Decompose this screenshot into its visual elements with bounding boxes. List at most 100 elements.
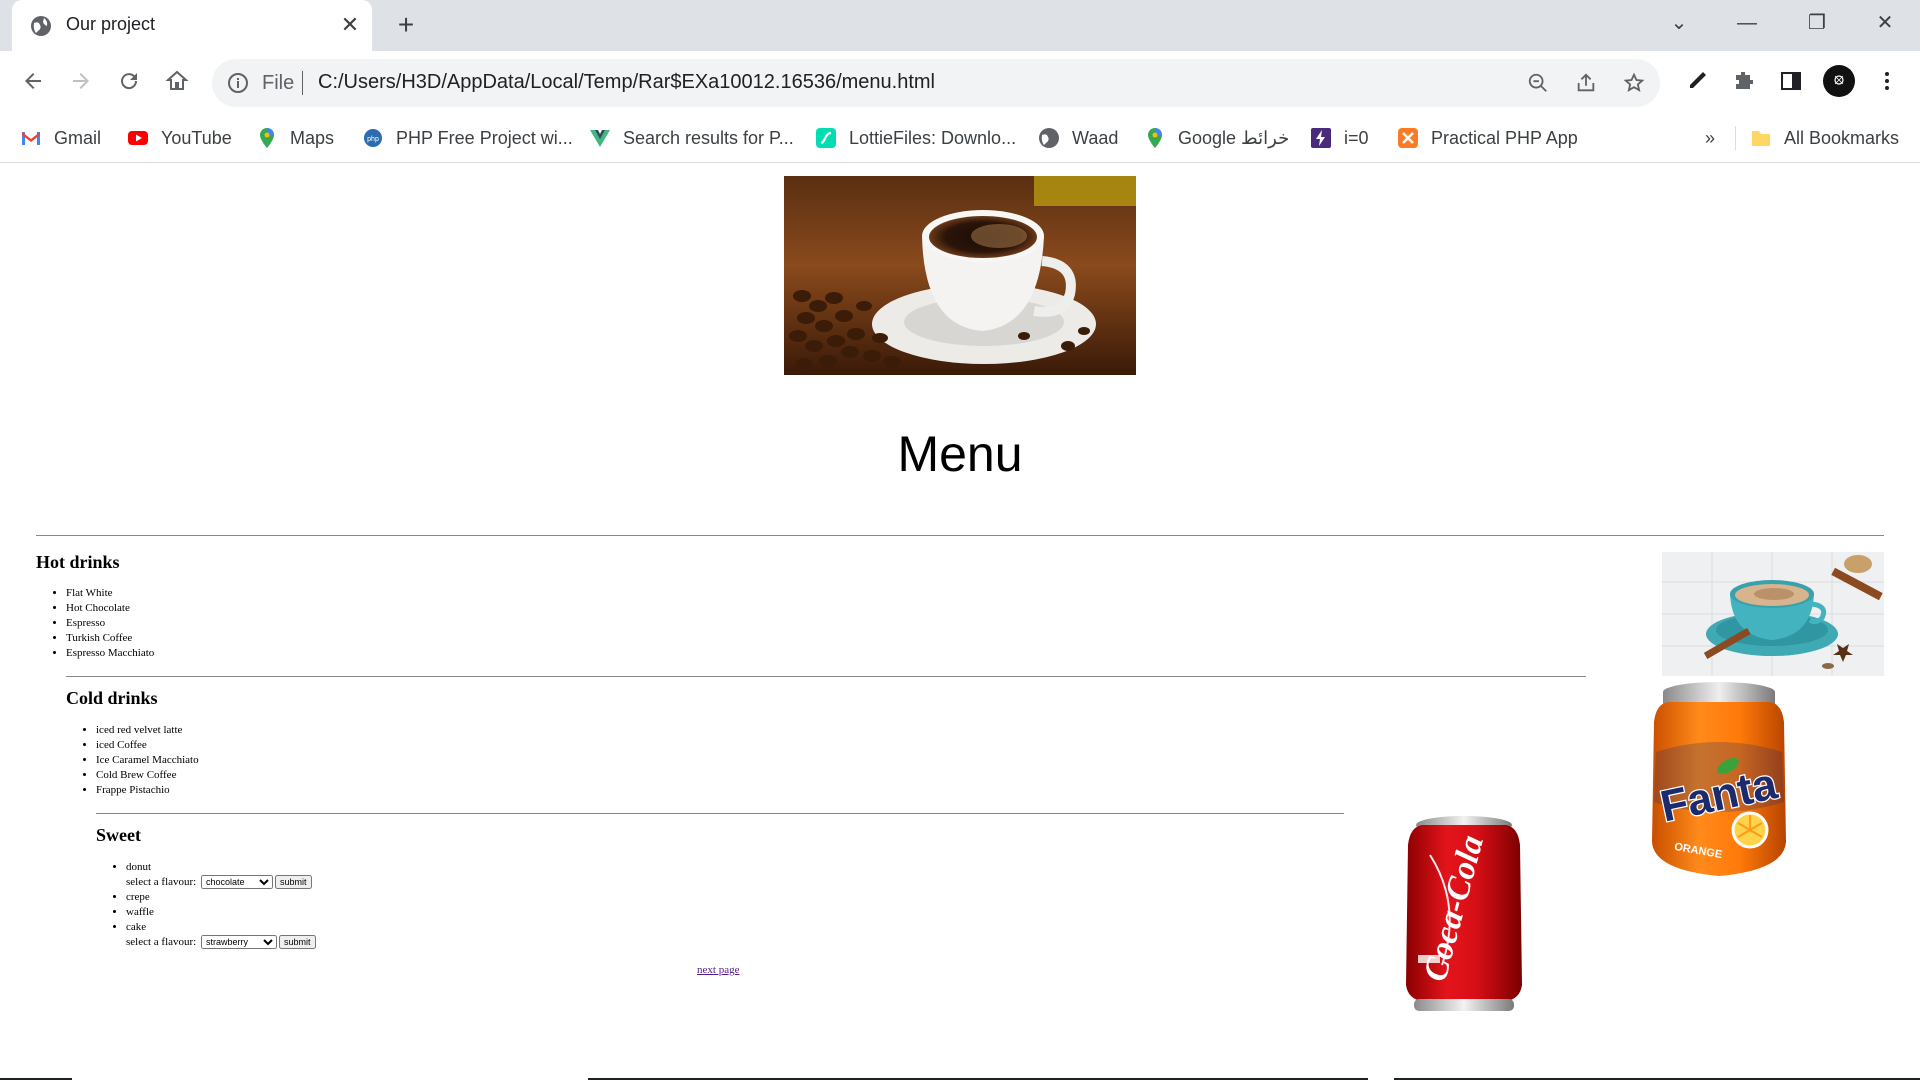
bookmark-label: i=0 [1344,127,1369,148]
bookmark-label: Gmail [54,127,102,148]
bookmark-php-free-project[interactable]: php PHP Free Project wi... [362,122,573,154]
restore-button[interactable]: ❐ [1794,8,1840,38]
bookmark-label: Maps [290,127,335,148]
divider [36,535,1884,536]
url-text[interactable]: C:/Users/H3D/AppData/Local/Temp/Rar$EXa1… [318,71,935,94]
address-bar[interactable]: File C:/Users/H3D/AppData/Local/Temp/Rar… [212,59,1660,107]
extensions-icon[interactable] [1727,64,1761,98]
browser-tab[interactable]: Our project ✕ [12,0,372,51]
bookmark-lottiefiles[interactable]: LottieFiles: Downlo... [815,122,1016,154]
list-item: Cold Brew Coffee [96,768,199,783]
list-item: Frappe Pistachio [96,783,199,798]
page-content: Menu Hot drinks Flat White Hot Chocolate… [0,163,1920,1080]
list-item: Flat White [66,586,154,601]
next-page-link[interactable]: next page [697,964,739,976]
info-icon[interactable] [226,71,250,95]
cake-flavour-select[interactable]: strawberry [201,935,277,950]
bookmark-youtube[interactable]: YouTube [127,122,232,154]
home-icon[interactable] [160,64,194,98]
tab-strip: Our project ✕ + ⌄ — ❐ ✕ [0,0,1920,51]
bookmark-label: LottieFiles: Downlo... [849,127,1017,148]
donut-flavour-form: select a flavour: chocolate submit [126,875,312,890]
page-title: Menu [897,426,1023,482]
bookmarks-overflow-button[interactable]: » [1705,122,1715,154]
close-window-button[interactable]: ✕ [1862,8,1908,38]
gmail-icon [22,132,40,145]
all-bookmarks-button[interactable]: All Bookmarks [1750,122,1899,154]
eyedropper-icon[interactable] [1680,64,1714,98]
list-item: iced red velvet latte [96,723,199,738]
fanta-can-image: Fanta ORANGE [1652,682,1786,876]
divider [302,71,303,95]
reload-icon[interactable] [112,64,146,98]
xampp-icon [1398,128,1418,148]
donut-submit-button[interactable]: submit [275,875,312,890]
cake-flavour-form: select a flavour: strawberry submit [126,935,316,950]
scheme-label: File [262,72,295,94]
bookmark-label: All Bookmarks [1784,127,1900,148]
list-item: donut select a flavour: chocolate submit [126,860,316,890]
side-panel-icon[interactable] [1774,64,1808,98]
list-item: Espresso Macchiato [66,646,154,661]
minimize-button[interactable]: — [1724,8,1770,38]
section-heading-sweet: Sweet [96,825,141,845]
list-item: cake select a flavour: strawberry submit [126,920,316,950]
bookmarks-bar: Gmail YouTube Maps php PHP Free Project … [0,114,1920,163]
kebab-menu-icon[interactable] [1870,64,1904,98]
maps-icon [1148,128,1162,148]
bookmark-google-maps-ar[interactable]: Google خرائط [1144,122,1289,154]
zoom-icon[interactable] [1524,69,1552,97]
bookmark-label: PHP Free Project wi... [396,127,573,148]
php-icon: php [364,129,382,147]
item-label: donut [126,861,152,873]
flavour-label: select a flavour: [126,876,197,888]
svg-text:php: php [367,136,379,143]
list-item: Turkish Coffee [66,631,154,646]
vue-icon [590,130,610,147]
bookmark-label: YouTube [161,127,232,148]
divider [1735,126,1736,150]
forward-icon[interactable] [64,64,98,98]
back-icon[interactable] [16,64,50,98]
new-tab-button[interactable]: + [390,10,422,42]
sweet-list: donut select a flavour: chocolate submit… [96,860,316,950]
section-heading-hot-drinks: Hot drinks [36,552,120,572]
globe-icon [31,16,51,36]
list-item: Ice Caramel Macchiato [96,753,199,768]
globe-icon [1039,128,1059,148]
bookmark-practical-php[interactable]: Practical PHP App [1397,122,1578,154]
bookmark-i0[interactable]: i=0 [1310,122,1369,154]
overflow-chevron-icon: » [1705,127,1716,148]
share-icon[interactable] [1572,69,1600,97]
tab-title: Our project [66,14,156,34]
bookmark-label: Google خرائط [1178,127,1290,148]
cake-submit-button[interactable]: submit [279,935,316,950]
close-tab-icon[interactable]: ✕ [337,12,363,38]
bookmark-waad[interactable]: Waad [1038,122,1118,154]
chai-latte-image [1662,552,1884,676]
cold-drinks-list: iced red velvet latte iced Coffee Ice Ca… [66,723,199,798]
section-heading-cold-drinks: Cold drinks [66,688,158,708]
divider [66,676,1586,677]
bookmark-label: Search results for P... [623,127,794,148]
browser-toolbar: File C:/Users/H3D/AppData/Local/Temp/Rar… [0,51,1920,114]
donut-flavour-select[interactable]: chocolate [201,875,273,890]
list-item: Espresso [66,616,154,631]
bookmark-gmail[interactable]: Gmail [20,122,101,154]
bookmark-maps[interactable]: Maps [256,122,334,154]
youtube-icon [128,131,148,145]
coca-cola-can-image: Coca-Cola [1406,816,1522,1011]
lottie-icon [816,128,836,148]
bookmark-label: Practical PHP App [1431,127,1578,148]
bookmark-search-results[interactable]: Search results for P... [589,122,794,154]
divider [96,813,1344,814]
list-item: Hot Chocolate [66,601,154,616]
maps-icon [260,128,274,148]
bookmark-star-icon[interactable] [1620,69,1648,97]
folder-icon [1752,131,1770,146]
tab-search-icon[interactable]: ⌄ [1656,8,1702,38]
coffee-cup-image [784,176,1136,375]
profile-avatar-icon[interactable] [1822,64,1856,98]
list-item: crepe [126,890,316,905]
list-item: iced Coffee [96,738,199,753]
